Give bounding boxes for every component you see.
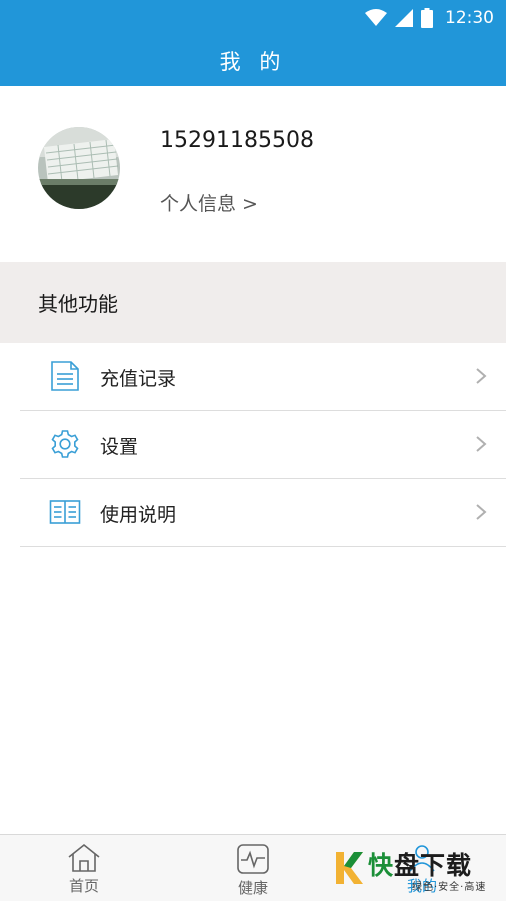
chevron-right-icon bbox=[476, 504, 487, 520]
chevron-right-icon bbox=[476, 368, 487, 384]
nav-item-home[interactable]: 首页 bbox=[39, 843, 129, 896]
section-header: 其他功能 bbox=[0, 262, 506, 343]
profile-card: 15291185508 个人信息 > bbox=[0, 86, 506, 262]
status-time: 12:30 bbox=[445, 8, 494, 28]
page-title: 我 的 bbox=[219, 50, 287, 74]
menu-item-settings[interactable]: 设置 bbox=[20, 411, 506, 479]
menu-item-label: 设置 bbox=[100, 436, 139, 458]
book-icon bbox=[48, 495, 82, 529]
chevron-right-icon bbox=[476, 436, 487, 452]
pulse-icon bbox=[237, 844, 269, 874]
nav-label: 首页 bbox=[68, 877, 99, 895]
cell-signal-icon bbox=[395, 9, 413, 27]
menu-item-recharge-records[interactable]: 充值记录 bbox=[20, 343, 506, 411]
document-icon bbox=[48, 359, 82, 393]
wifi-icon bbox=[365, 9, 387, 26]
battery-icon bbox=[421, 8, 433, 28]
menu-list: 充值记录 设置 使用说明 bbox=[0, 343, 506, 547]
watermark-slogan: 绿色·安全·高速 bbox=[412, 882, 487, 893]
nav-item-health[interactable]: 健康 bbox=[208, 843, 298, 898]
avatar[interactable] bbox=[38, 127, 120, 209]
status-bar: 12:30 bbox=[0, 0, 506, 36]
gear-icon bbox=[48, 427, 82, 461]
menu-item-instructions[interactable]: 使用说明 bbox=[20, 479, 506, 547]
personal-info-link[interactable]: 个人信息 > bbox=[160, 189, 258, 216]
nav-label: 健康 bbox=[237, 879, 268, 897]
menu-item-label: 使用说明 bbox=[100, 504, 177, 526]
section-title: 其他功能 bbox=[38, 292, 118, 316]
home-icon bbox=[68, 843, 100, 872]
status-icons: 12:30 bbox=[365, 6, 494, 30]
k-logo-icon bbox=[336, 852, 363, 884]
watermark-text: 快盘下载 bbox=[368, 851, 473, 880]
avatar-image bbox=[38, 127, 120, 209]
watermark-logo: 快盘下载 绿色·安全·高速 bbox=[334, 846, 506, 894]
menu-item-label: 充值记录 bbox=[100, 368, 177, 390]
app-bar: 我 的 bbox=[0, 36, 506, 86]
user-phone: 15291185508 bbox=[160, 128, 314, 153]
